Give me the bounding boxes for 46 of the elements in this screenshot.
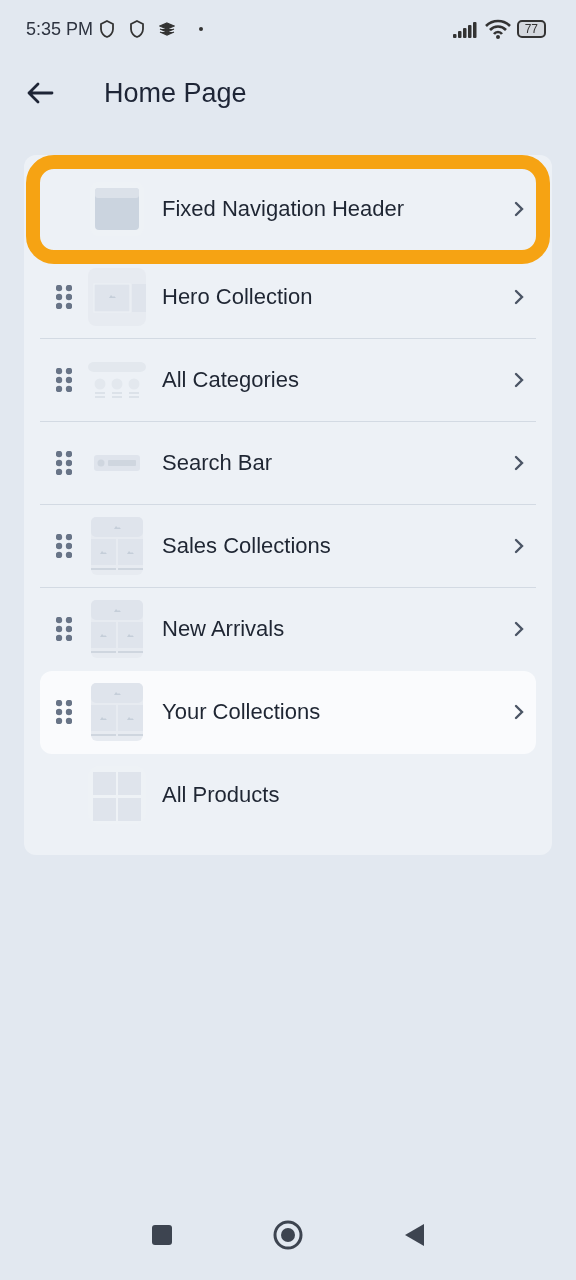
section-label: All Products — [162, 782, 281, 808]
shield-icon — [129, 20, 146, 38]
drag-handle-icon[interactable] — [56, 451, 72, 475]
hero-layout-icon — [88, 268, 146, 326]
section-row[interactable]: Sales Collections — [40, 505, 536, 588]
chevron-right-icon — [514, 201, 524, 217]
home-button[interactable] — [273, 1220, 303, 1250]
drag-handle-icon[interactable] — [56, 617, 72, 641]
chevron-right-icon — [514, 538, 524, 554]
chevron-right-icon — [514, 289, 524, 305]
layers-icon — [159, 22, 176, 36]
section-row[interactable]: Your Collections — [40, 671, 536, 754]
grid-layout-icon — [88, 683, 146, 741]
section-row[interactable]: Hero Collection — [40, 256, 536, 339]
section-label: Fixed Navigation Header — [162, 196, 406, 222]
dot-icon — [199, 27, 204, 31]
wifi-icon — [484, 19, 511, 39]
drag-handle-icon[interactable] — [56, 285, 72, 309]
drag-handle-icon[interactable] — [56, 368, 72, 392]
drag-handle-icon[interactable] — [56, 534, 72, 558]
grid-layout-icon — [88, 517, 146, 575]
chevron-right-icon — [514, 455, 524, 471]
chevron-right-icon — [514, 621, 524, 637]
chevron-right-icon — [514, 704, 524, 720]
status-time: 5:35 PM — [26, 18, 94, 40]
section-row[interactable]: All Products — [40, 754, 536, 837]
section-row[interactable]: New Arrivals — [40, 588, 536, 671]
section-label: Your Collections — [162, 699, 322, 725]
section-row[interactable]: All Categories — [40, 339, 536, 422]
section-label: Hero Collection — [162, 284, 314, 310]
section-label: All Categories — [162, 367, 300, 393]
chevron-right-icon — [514, 372, 524, 388]
section-label: New Arrivals — [162, 616, 286, 642]
shield-icon — [99, 20, 116, 38]
back-nav-button[interactable] — [403, 1223, 425, 1247]
battery-level: 77 — [516, 20, 546, 38]
section-label: Sales Collections — [162, 533, 332, 559]
recents-button[interactable] — [151, 1224, 173, 1246]
drag-handle-icon[interactable] — [56, 700, 72, 724]
back-button[interactable] — [26, 81, 54, 105]
page-title: Home Page — [104, 77, 247, 109]
signal-icon — [452, 20, 479, 38]
grid-layout-icon — [88, 600, 146, 658]
section-row[interactable]: Search Bar — [40, 422, 536, 505]
section-row[interactable]: Fixed Navigation Header — [40, 169, 536, 250]
section-label: Search Bar — [162, 450, 274, 476]
